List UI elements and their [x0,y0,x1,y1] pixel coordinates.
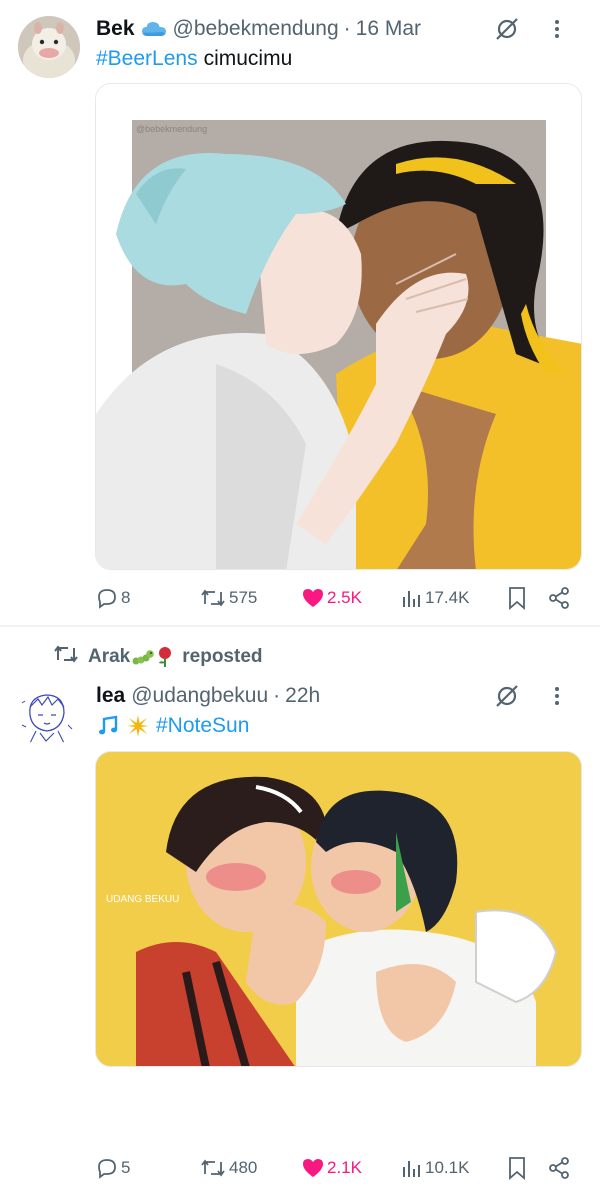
tweet-header: lea @udangbekuu · 22h [96,681,580,711]
tweet-header: Bek @bebekmendung · 16 Mar [96,14,580,44]
caterpillar-icon [132,647,155,667]
reply-button[interactable]: 5 [95,1156,130,1180]
repost-icon [201,1159,225,1177]
repost-context: Arak reposted [52,643,263,671]
like-icon [303,1159,323,1177]
repost-icon [201,589,225,607]
views-icon [403,591,420,607]
grok-icon[interactable] [494,683,520,709]
tweet-text: #BeerLens cimucimu [96,47,292,71]
repost-count: 575 [229,588,258,607]
reply-icon [98,589,116,609]
avatar[interactable] [16,685,78,747]
rose-icon [156,646,174,668]
reply-button[interactable]: 8 [95,586,130,610]
views-button[interactable]: 10.1K [401,1157,469,1179]
like-count: 2.1K [327,1158,362,1177]
views-count: 17.4K [425,588,470,607]
display-name[interactable]: lea [96,684,125,708]
share-button[interactable] [547,1156,571,1180]
media-watermark: UDANG BEKUU [106,894,179,905]
like-icon [303,589,323,607]
sparkle-sun-icon [126,714,150,738]
artwork-kiss-image-2: UDANG BEKUU [96,752,581,1066]
repost-context-icon [52,643,80,671]
reposted-label: reposted [182,646,263,667]
tweet-1[interactable]: Bek @bebekmendung · 16 Mar #BeerLens cim… [0,0,600,625]
reposter-name[interactable]: Arak [88,646,130,668]
views-icon [403,1161,420,1177]
tweet-text: #NoteSun [96,714,249,738]
repost-button[interactable]: 575 [199,586,257,610]
separator-dot: · [273,684,281,707]
duck-avatar-image [18,16,80,78]
views-count: 10.1K [425,1158,470,1177]
media-image[interactable]: UDANG BEKUU [95,751,582,1067]
avatar[interactable] [18,16,80,78]
user-handle[interactable]: @udangbekuu [131,684,268,708]
action-bar: 8 575 2.5K 17.4K [95,583,582,613]
like-button[interactable]: 2.1K [301,1157,362,1179]
bookmark-icon [509,1157,525,1180]
share-button[interactable] [547,586,571,610]
more-icon[interactable] [554,686,560,706]
bookmark-button[interactable] [507,1156,527,1180]
repost-button[interactable]: 480 [199,1156,257,1180]
like-count: 2.5K [327,588,362,607]
grok-icon[interactable] [494,16,520,42]
artwork-kiss-image: @bebekmendung [96,84,581,569]
hashtag-link[interactable]: #BeerLens [96,47,198,71]
separator-dot: · [343,17,351,40]
user-handle[interactable]: @bebekmendung [173,17,339,41]
reply-count: 8 [121,588,131,607]
repost-count: 480 [229,1158,258,1177]
timestamp[interactable]: 16 Mar [356,17,421,41]
like-button[interactable]: 2.5K [301,587,362,609]
bookmark-icon [509,587,525,610]
hashtag-link[interactable]: #NoteSun [156,714,249,738]
media-watermark: @bebekmendung [136,124,207,134]
timestamp[interactable]: 22h [285,684,320,708]
music-note-icon [96,714,120,738]
bookmark-button[interactable] [507,586,527,610]
more-icon[interactable] [554,19,560,39]
share-icon [549,1157,569,1179]
sketch-avatar-image [16,685,78,747]
tweet-body: cimucimu [203,47,293,70]
media-image[interactable]: @bebekmendung [95,83,582,570]
display-name[interactable]: Bek [96,17,135,41]
views-button[interactable]: 17.4K [401,587,469,609]
cloud-icon [141,20,167,38]
tweet-2[interactable]: Arak reposted lea @udangbekuu · 22h #Not… [0,627,600,1200]
share-icon [549,587,569,609]
reply-icon [98,1159,116,1179]
reply-count: 5 [121,1158,131,1177]
action-bar: 5 480 2.1K 10.1K [95,1153,582,1183]
